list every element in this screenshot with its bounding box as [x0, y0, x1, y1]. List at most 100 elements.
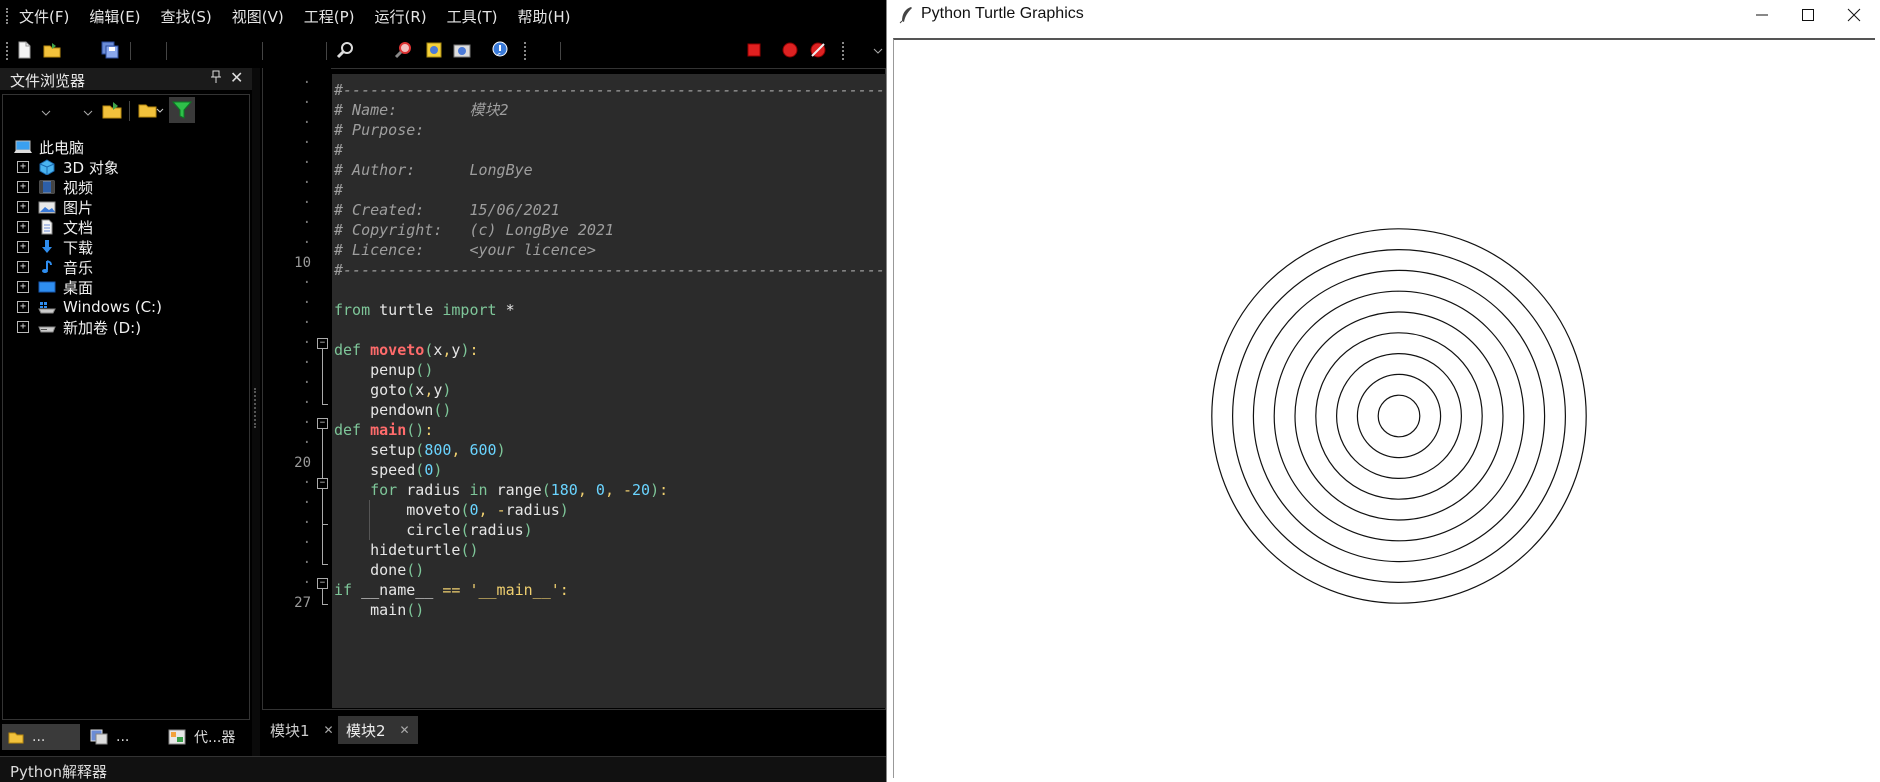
code-line[interactable]: # [334, 180, 343, 200]
menu-file[interactable]: 文件(F) [19, 6, 69, 27]
menu-help[interactable]: 帮助(H) [518, 6, 571, 27]
tree-item-drive-d[interactable]: + 新加卷 (D:) [17, 317, 141, 337]
turtle-circle [1294, 311, 1504, 521]
code-line[interactable]: circle(radius) [334, 520, 532, 540]
expand-icon[interactable]: + [17, 301, 29, 313]
tree-item-videos[interactable]: + 视频 [17, 177, 93, 197]
expand-icon[interactable]: + [17, 281, 29, 293]
menu-project[interactable]: 工程(P) [304, 6, 355, 27]
fold-toggle-icon[interactable]: − [317, 418, 328, 429]
screenshot-icon[interactable] [452, 40, 472, 60]
menu-run[interactable]: 运行(R) [374, 6, 426, 27]
code-line[interactable]: main() [334, 600, 424, 620]
computer-icon [13, 139, 33, 155]
code-line[interactable]: if __name__ == '__main__': [334, 580, 569, 600]
tab-code-browser[interactable]: 代...器 [162, 724, 250, 750]
fold-toggle-icon[interactable]: − [317, 478, 328, 489]
close-icon[interactable]: ✕ [324, 723, 334, 737]
line-number: · [302, 535, 311, 551]
code-line[interactable]: def main(): [334, 420, 433, 440]
open-file-icon[interactable] [42, 40, 62, 60]
tree-item-label: 3D 对象 [63, 158, 119, 177]
line-number: 20 [294, 455, 311, 471]
expand-icon[interactable]: + [17, 261, 29, 273]
code-line[interactable]: speed(0) [334, 460, 442, 480]
code-line[interactable]: # [334, 140, 343, 160]
code-line[interactable]: # Purpose: [334, 120, 424, 140]
tree-item-desktop[interactable]: + 桌面 [17, 277, 93, 297]
tree-item-3d-objects[interactable]: + 3D 对象 [17, 157, 119, 177]
code-line[interactable]: goto(x,y) [334, 380, 451, 400]
toolbar-overflow-icon[interactable] [872, 40, 884, 60]
search-icon[interactable] [336, 40, 356, 60]
code-line[interactable]: from turtle import * [334, 300, 515, 320]
code-line[interactable]: # Licence: <your licence> [334, 240, 596, 260]
code-line[interactable]: setup(800, 600) [334, 440, 505, 460]
expand-icon[interactable]: + [17, 201, 29, 213]
expand-icon[interactable]: + [17, 221, 29, 233]
line-number: 10 [294, 255, 311, 271]
tab-file-browser[interactable]: ... [2, 724, 80, 750]
browse-folder-icon[interactable] [101, 99, 123, 125]
code-line[interactable]: done() [334, 560, 424, 580]
tree-item-windows-c[interactable]: + Windows (C:) [17, 297, 162, 317]
maximize-icon[interactable] [1785, 0, 1831, 30]
tab-module1[interactable]: 模块1 ✕ [262, 716, 342, 744]
line-number-gutter[interactable]: · · · · · · · · · 10 · · · · · · · · · 20 · · · · · · 27− − − − [263, 68, 331, 708]
pin-icon[interactable] [210, 70, 222, 88]
code-editor[interactable]: · · · · · · · · · 10 · · · · · · · · · 20 · · · · · · 27− − − − #----… [262, 68, 886, 710]
menu-view[interactable]: 视图(V) [232, 6, 284, 27]
expand-icon[interactable]: + [17, 181, 29, 193]
code-line[interactable]: for radius in range(180, 0, -20): [334, 480, 668, 500]
code-line[interactable]: pendown() [334, 400, 451, 420]
clear-breakpoints-icon[interactable] [808, 40, 828, 60]
code-line[interactable]: # Copyright: (c) LongBye 2021 [334, 220, 614, 240]
fold-toggle-icon[interactable]: − [317, 578, 328, 589]
code-line[interactable]: #---------------------------------------… [334, 260, 886, 280]
status-label: Python解释器 [10, 763, 107, 781]
tab-project[interactable]: ... [84, 724, 154, 750]
code-line[interactable]: # Name: 模块2 [334, 100, 509, 120]
new-file-icon[interactable] [14, 40, 34, 60]
filter-icon[interactable] [169, 97, 195, 123]
code-browser-icon [168, 729, 186, 745]
code-line[interactable]: #---------------------------------------… [334, 80, 886, 100]
menu-find[interactable]: 查找(S) [161, 6, 212, 27]
folder-view-icon[interactable] [137, 99, 165, 125]
save-all-icon[interactable] [100, 40, 120, 60]
code-line[interactable]: # Author: LongBye [334, 160, 533, 180]
menu-tools[interactable]: 工具(T) [447, 6, 498, 27]
tab-module2[interactable]: 模块2 ✕ [338, 716, 418, 744]
close-icon[interactable] [1831, 0, 1877, 30]
panel-splitter[interactable] [252, 68, 260, 756]
menu-edit[interactable]: 编辑(E) [89, 6, 140, 27]
code-line[interactable]: hideturtle() [334, 540, 478, 560]
path-dropdown-icon[interactable] [41, 105, 51, 121]
expand-icon[interactable]: + [17, 241, 29, 253]
info-icon[interactable] [490, 40, 510, 60]
code-area[interactable]: #---------------------------------------… [332, 74, 886, 708]
expand-icon[interactable]: + [17, 161, 29, 173]
tree-item-music[interactable]: + 音乐 [17, 257, 93, 277]
line-number: · [302, 195, 311, 211]
menu-grip[interactable] [6, 8, 9, 24]
code-line[interactable]: # Created: 15/06/2021 [334, 200, 560, 220]
bookmark-icon[interactable] [424, 40, 444, 60]
turtle-canvas[interactable] [894, 40, 1875, 778]
fold-toggle-icon[interactable]: − [317, 338, 328, 349]
expand-icon[interactable]: + [17, 321, 29, 333]
tree-item-this-pc[interactable]: 此电脑 [13, 137, 84, 157]
stop-icon[interactable] [744, 40, 764, 60]
tree-item-documents[interactable]: + 文档 [17, 217, 93, 237]
code-line[interactable]: penup() [334, 360, 433, 380]
title-bar[interactable]: Python Turtle Graphics [887, 0, 1880, 30]
code-line[interactable]: def moveto(x,y): [334, 340, 479, 360]
close-icon[interactable]: ✕ [400, 723, 410, 737]
breakpoint-icon[interactable] [780, 40, 800, 60]
tree-item-pictures[interactable]: + 图片 [17, 197, 93, 217]
tree-item-downloads[interactable]: + 下载 [17, 237, 93, 257]
close-icon[interactable]: ✕ [230, 68, 243, 87]
find-in-files-icon[interactable] [394, 40, 414, 60]
minimize-icon[interactable] [1739, 0, 1785, 30]
filter-dropdown-icon[interactable] [83, 105, 93, 121]
